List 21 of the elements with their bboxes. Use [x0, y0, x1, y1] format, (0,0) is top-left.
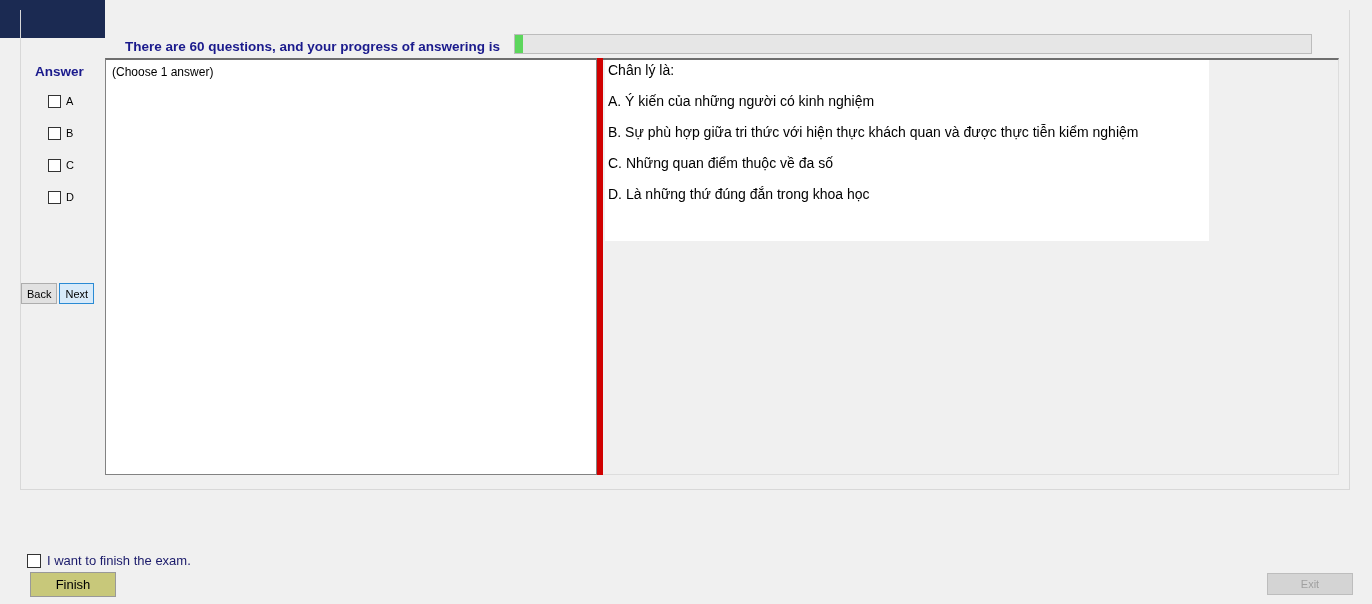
answer-title: Answer	[34, 64, 85, 79]
checkbox[interactable]	[48, 94, 61, 108]
choice-text: A. Ý kiến của những người có kinh nghiệm	[608, 93, 876, 109]
finish-confirm-label[interactable]: I want to finish the exam.	[47, 553, 191, 568]
question-text: Chân lý là:	[608, 62, 676, 78]
choice-text: D. Là những thứ đúng đắn trong khoa học	[608, 186, 871, 202]
choice-text: B. Sự phù hợp giữa tri thức với hiện thực khách quan và được thực tiễn kiểm nghiệm	[608, 124, 1140, 140]
checkbox[interactable]	[48, 190, 61, 204]
option-label[interactable]: C	[66, 159, 74, 171]
answer-hint: (Choose 1 answer)	[112, 65, 215, 79]
option-label[interactable]: A	[66, 95, 74, 107]
finish-button[interactable]: Finish	[30, 572, 116, 597]
nav-button[interactable]: Back	[21, 283, 58, 304]
nav-button[interactable]: Next	[59, 283, 95, 304]
checkbox[interactable]	[48, 158, 61, 172]
option-label[interactable]: B	[66, 127, 74, 139]
checkbox[interactable]	[48, 126, 61, 140]
progress-text: There are 60 questions, and your progress of answering is	[125, 39, 501, 54]
option-label[interactable]: D	[66, 191, 74, 203]
checkbox[interactable]	[27, 553, 41, 568]
choice-text: C. Những quan điểm thuộc về đa số	[608, 155, 834, 171]
